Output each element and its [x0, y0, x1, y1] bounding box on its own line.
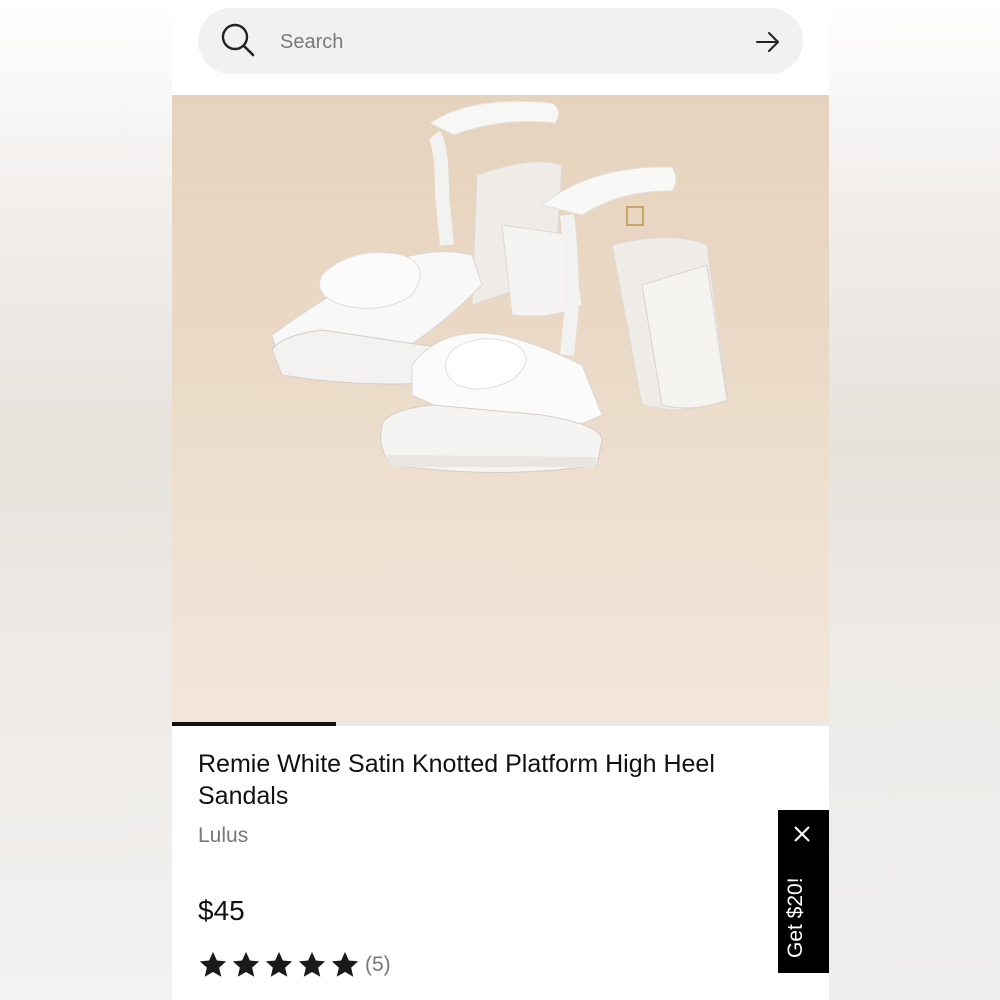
gallery-progress-track: [172, 722, 829, 726]
product-price: $45: [198, 895, 245, 926]
search-icon: [221, 23, 255, 57]
star-icon: [298, 951, 326, 977]
search-bar[interactable]: [198, 8, 803, 74]
background-left: [0, 0, 172, 1000]
product-title: Remie White Satin Knotted Platform High …: [198, 750, 715, 810]
promo-tab[interactable]: Get $20!: [778, 810, 829, 973]
sandals-image: [271, 100, 728, 473]
search-input[interactable]: [278, 22, 742, 62]
product-image[interactable]: [172, 95, 829, 722]
review-count[interactable]: (5): [365, 953, 391, 977]
brand-name[interactable]: Lulus: [198, 824, 248, 848]
arrow-right-icon[interactable]: [754, 30, 782, 54]
promo-label[interactable]: Get $20!: [784, 858, 808, 958]
star-icon: [265, 951, 293, 977]
rating[interactable]: (5): [198, 950, 391, 980]
close-icon[interactable]: [793, 825, 811, 843]
star-icon: [232, 951, 260, 977]
star-icon: [199, 951, 227, 977]
product-page: Remie White Satin Knotted Platform High …: [172, 0, 829, 1000]
background-right: [829, 0, 1000, 1000]
gallery-progress-fill: [172, 722, 337, 726]
star-icon: [331, 951, 359, 977]
